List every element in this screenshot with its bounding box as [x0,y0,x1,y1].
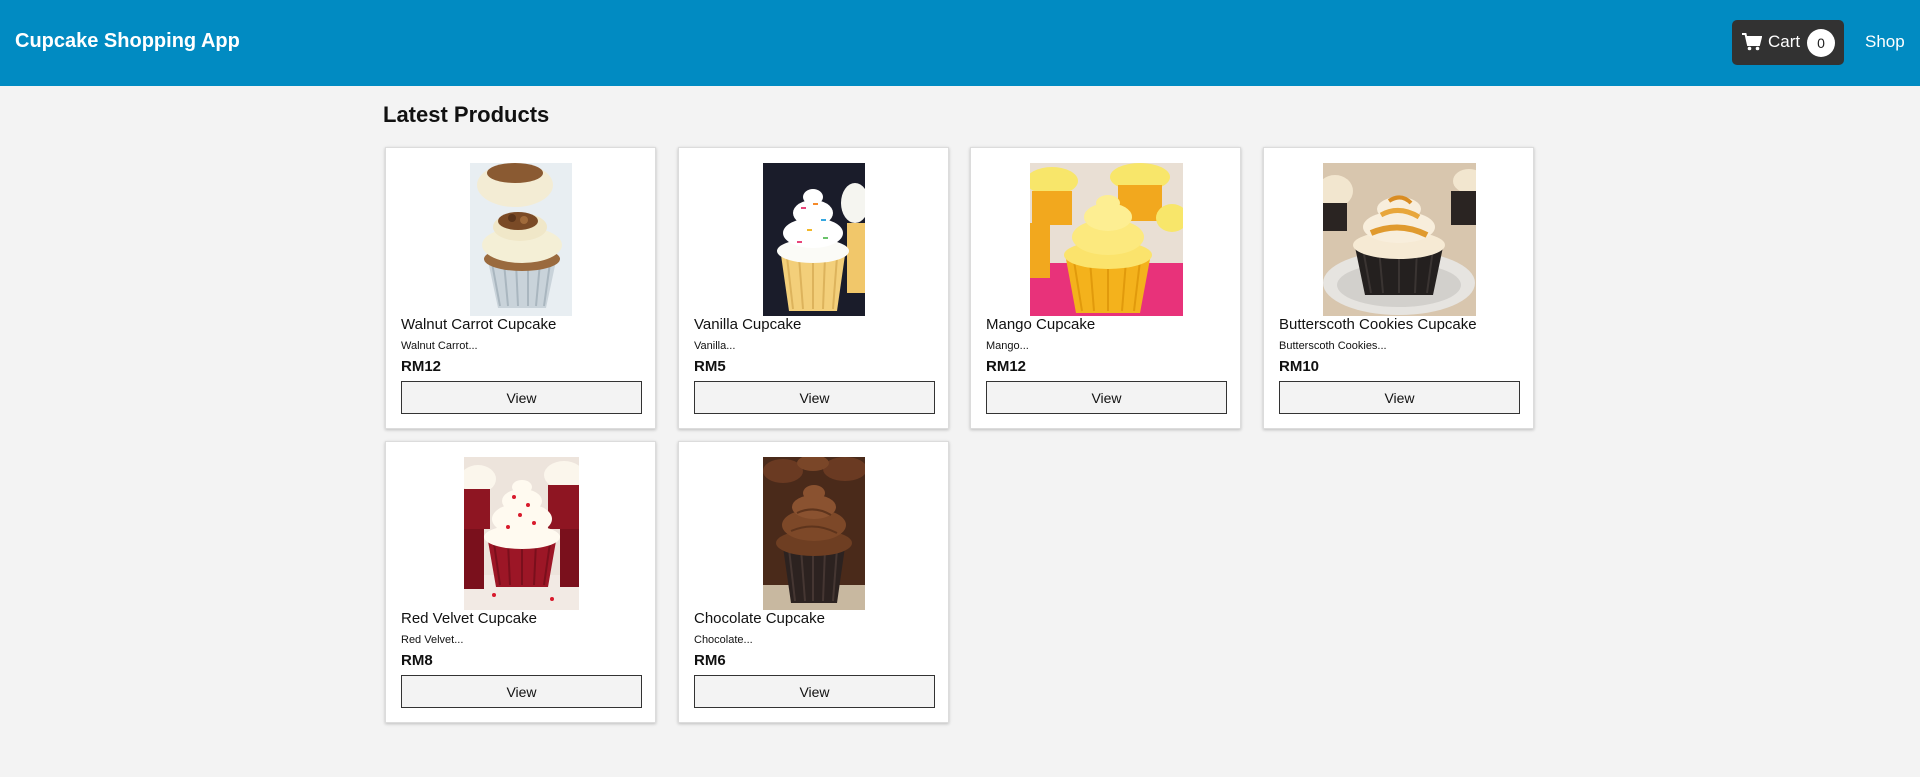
view-button[interactable]: View [401,675,642,708]
product-description: Mango... [986,340,1029,352]
product-card-mango: Mango Cupcake Mango... RM12 View [970,147,1241,429]
product-image [1323,163,1476,316]
view-button[interactable]: View [401,381,642,414]
view-button[interactable]: View [694,675,935,708]
product-name: Mango Cupcake [986,316,1096,333]
product-name: Walnut Carrot Cupcake [401,316,557,333]
product-card-walnut-carrot: Walnut Carrot Cupcake Walnut Carrot... R… [385,147,656,429]
view-button[interactable]: View [1279,381,1520,414]
brand-link[interactable]: Cupcake Shopping App [15,30,240,53]
product-image [1030,163,1183,316]
cart-count-badge: 0 [1807,29,1835,57]
product-price: RM6 [694,652,726,669]
navbar: Cupcake Shopping App Cart 0 Shop [0,0,1920,86]
product-card-vanilla: Vanilla Cupcake Vanilla... RM5 View [678,147,949,429]
page-title: Latest Products [383,102,550,127]
product-description: Vanilla... [694,340,736,352]
product-description: Walnut Carrot... [401,340,478,352]
view-button[interactable]: View [986,381,1227,414]
product-card-red-velvet: Red Velvet Cupcake Red Velvet... RM8 Vie… [385,441,656,723]
product-image [464,457,579,610]
cart-button[interactable]: Cart 0 [1732,20,1844,65]
product-price: RM5 [694,358,726,375]
product-image [470,163,572,316]
shopping-cart-icon [1742,33,1762,51]
product-price: RM12 [401,358,442,375]
product-price: RM12 [986,358,1027,375]
cart-label: Cart [1768,32,1801,51]
product-price: RM10 [1279,358,1320,375]
product-name: Chocolate Cupcake [694,610,825,627]
product-name: Vanilla Cupcake [694,316,802,333]
product-card-butterscoth-cookies: Butterscoth Cookies Cupcake Butterscoth … [1263,147,1534,429]
product-image [763,163,865,316]
shop-link[interactable]: Shop [1865,32,1905,52]
product-name: Butterscoth Cookies Cupcake [1279,316,1477,333]
view-button[interactable]: View [694,381,935,414]
product-image [763,457,865,610]
product-price: RM8 [401,652,433,669]
product-name: Red Velvet Cupcake [401,610,537,627]
product-description: Red Velvet... [401,634,464,646]
product-description: Chocolate... [694,634,753,646]
product-description: Butterscoth Cookies... [1279,340,1387,352]
product-card-chocolate: Chocolate Cupcake Chocolate... RM6 View [678,441,949,723]
